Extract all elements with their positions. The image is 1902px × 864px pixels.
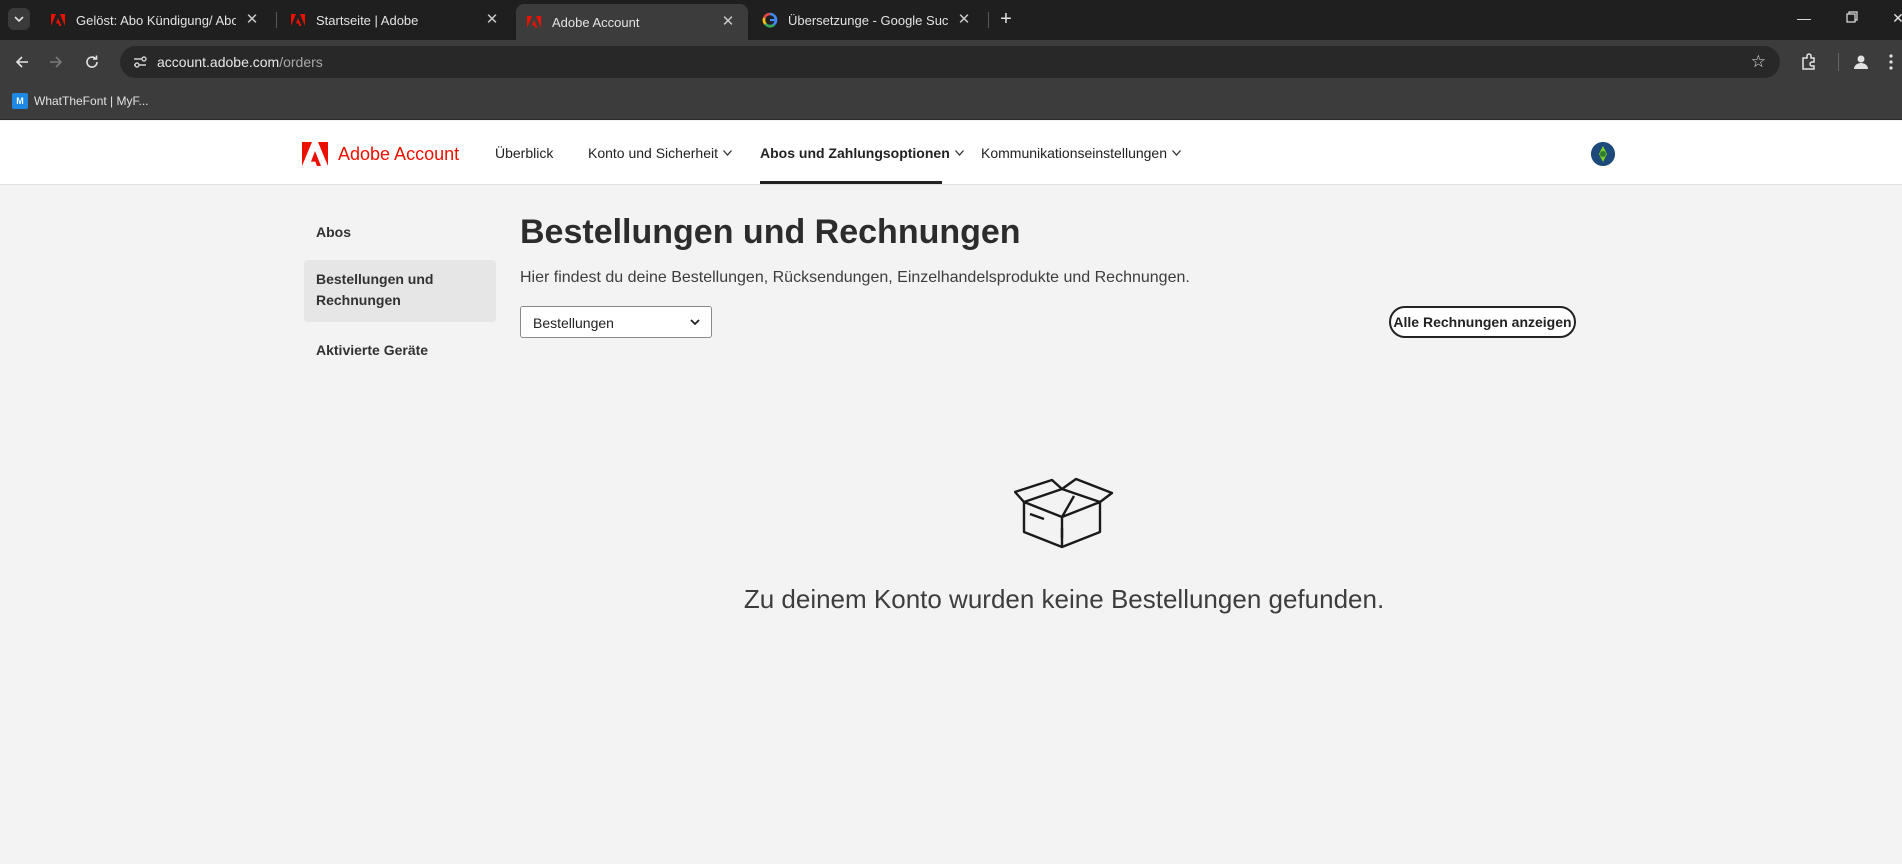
- chevron-down-icon: [954, 148, 964, 159]
- toolbar-divider: [1838, 53, 1839, 71]
- browser-toolbar: account.adobe.com/orders ☆: [0, 40, 1902, 84]
- restore-icon[interactable]: [1842, 10, 1862, 26]
- bookmark-label: WhatTheFont | MyF...: [34, 94, 149, 108]
- nav-account-security[interactable]: Konto und Sicherheit: [588, 145, 732, 161]
- tab-title: Adobe Account: [552, 14, 640, 30]
- browser-tab[interactable]: Gelöst: Abo Kündigung/ Abo w ✕: [40, 0, 272, 40]
- whatthefont-icon: M: [12, 93, 28, 109]
- browser-tab-active[interactable]: Adobe Account ✕: [516, 4, 748, 40]
- chevron-down-icon: [1172, 148, 1181, 159]
- nav-label: Kommunikationseinstellungen: [981, 145, 1167, 161]
- minimize-icon[interactable]: —: [1794, 10, 1814, 26]
- profile-icon[interactable]: [1850, 51, 1872, 73]
- sidebar-item-label: Bestellungen und Rechnungen: [316, 271, 434, 308]
- more-menu-icon[interactable]: [1884, 51, 1898, 73]
- nav-label: Abos und Zahlungsoptionen: [760, 145, 950, 161]
- tab-title: Gelöst: Abo Kündigung/ Abo w: [76, 12, 236, 28]
- active-nav-indicator: [760, 181, 942, 184]
- url-host: account.adobe.com: [157, 54, 280, 70]
- back-arrow-icon[interactable]: [10, 50, 34, 74]
- sidebar-item-activated-devices[interactable]: Aktivierte Geräte: [304, 340, 496, 362]
- chevron-down-icon: [722, 148, 732, 159]
- adobe-icon: [51, 14, 65, 26]
- bookmarks-bar: M WhatTheFont | MyF...: [0, 84, 1902, 120]
- url-path: /orders: [279, 54, 323, 70]
- empty-box-icon: [1014, 477, 1114, 549]
- tab-separator: [988, 12, 989, 28]
- new-tab-button[interactable]: +: [995, 9, 1017, 31]
- close-icon[interactable]: ✕: [244, 12, 260, 28]
- site-info-icon[interactable]: [132, 54, 148, 70]
- nav-label: Überblick: [495, 145, 554, 161]
- google-icon: [762, 12, 778, 28]
- browser-tab[interactable]: Startseite | Adobe ✕: [280, 0, 512, 40]
- adobe-icon: [527, 16, 541, 28]
- bookmark-item[interactable]: M WhatTheFont | MyF...: [12, 93, 148, 109]
- nav-plans-payment[interactable]: Abos und Zahlungsoptionen: [760, 145, 964, 161]
- bookmark-star-icon[interactable]: ☆: [1751, 52, 1766, 72]
- close-icon[interactable]: ✕: [956, 12, 972, 28]
- address-bar[interactable]: account.adobe.com/orders ☆: [120, 46, 1780, 78]
- adobe-account-logo[interactable]: Adobe Account: [302, 142, 459, 166]
- close-icon[interactable]: ✕: [720, 14, 736, 30]
- page-subtitle: Hier findest du deine Bestellungen, Rück…: [520, 269, 1190, 286]
- browser-tab-bar: Gelöst: Abo Kündigung/ Abo w ✕ Startseit…: [0, 0, 1902, 40]
- reload-icon[interactable]: [80, 50, 104, 74]
- nav-overview[interactable]: Überblick: [495, 145, 553, 161]
- orders-filter-select[interactable]: Bestellungen: [520, 306, 712, 338]
- sidebar-item-label: Aktivierte Geräte: [316, 342, 429, 358]
- nav-communication-preferences[interactable]: Kommunikationseinstellungen: [981, 145, 1181, 161]
- forward-arrow-icon[interactable]: [44, 50, 68, 74]
- avatar[interactable]: [1591, 142, 1615, 166]
- select-value: Bestellungen: [533, 315, 614, 331]
- adobe-header: Adobe Account Überblick Konto und Sicher…: [0, 121, 1902, 185]
- empty-state-message: Zu deinem Konto wurden keine Bestellunge…: [743, 584, 1385, 614]
- nav-label: Konto und Sicherheit: [588, 145, 718, 161]
- url-text: account.adobe.com/orders: [157, 54, 323, 70]
- chevron-down-icon: [689, 315, 701, 331]
- browser-tab[interactable]: Übersetzunge - Google Suche ✕: [752, 0, 984, 40]
- page-title: Bestellungen und Rechnungen: [520, 213, 1021, 251]
- window-close-icon[interactable]: ✕: [1888, 10, 1902, 27]
- sidebar-item-plans[interactable]: Abos: [304, 222, 496, 244]
- adobe-logo-icon: [302, 142, 328, 166]
- close-icon[interactable]: ✕: [484, 12, 500, 28]
- tab-title: Startseite | Adobe: [316, 12, 419, 28]
- chevron-down-icon: [14, 16, 24, 23]
- adobe-icon: [291, 14, 305, 26]
- view-all-invoices-button[interactable]: Alle Rechnungen anzeigen: [1389, 306, 1576, 338]
- tab-separator: [276, 12, 277, 28]
- brand-name: Adobe Account: [338, 143, 460, 164]
- tab-title: Übersetzunge - Google Suche: [788, 12, 948, 28]
- extensions-icon[interactable]: [1798, 51, 1820, 73]
- sidebar-item-orders-invoices[interactable]: Bestellungen und Rechnungen: [304, 260, 496, 322]
- tab-search-button[interactable]: [8, 8, 30, 30]
- sidebar-item-label: Abos: [316, 224, 351, 240]
